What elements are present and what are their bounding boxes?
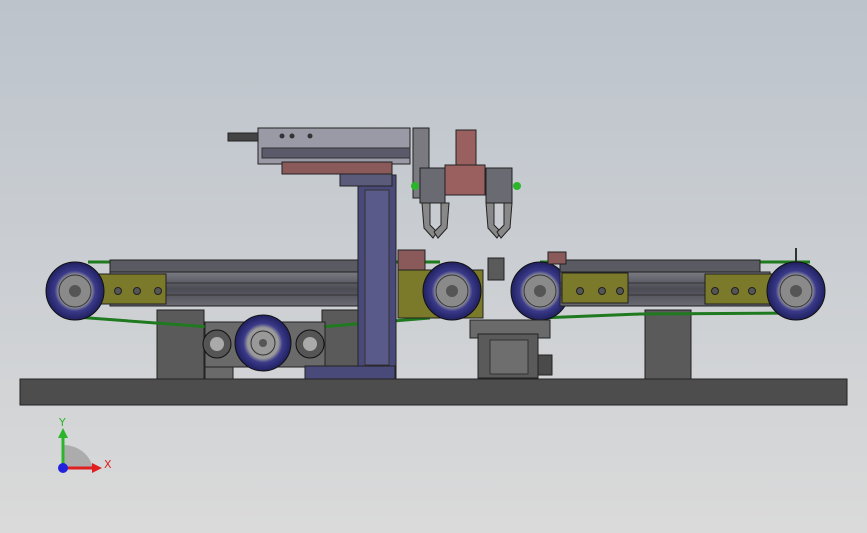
right-end-pulley: [766, 261, 826, 321]
x-axis-label: X: [104, 458, 112, 471]
cad-viewport[interactable]: Y X: [0, 0, 867, 533]
base-plate: [19, 378, 848, 406]
y-axis-label: Y: [58, 416, 66, 429]
z-axis-dot: [58, 463, 68, 473]
lower-drive-pulleys: [202, 314, 326, 372]
left-end-pulley: [45, 261, 105, 321]
assembly-view: Y X: [0, 0, 867, 533]
